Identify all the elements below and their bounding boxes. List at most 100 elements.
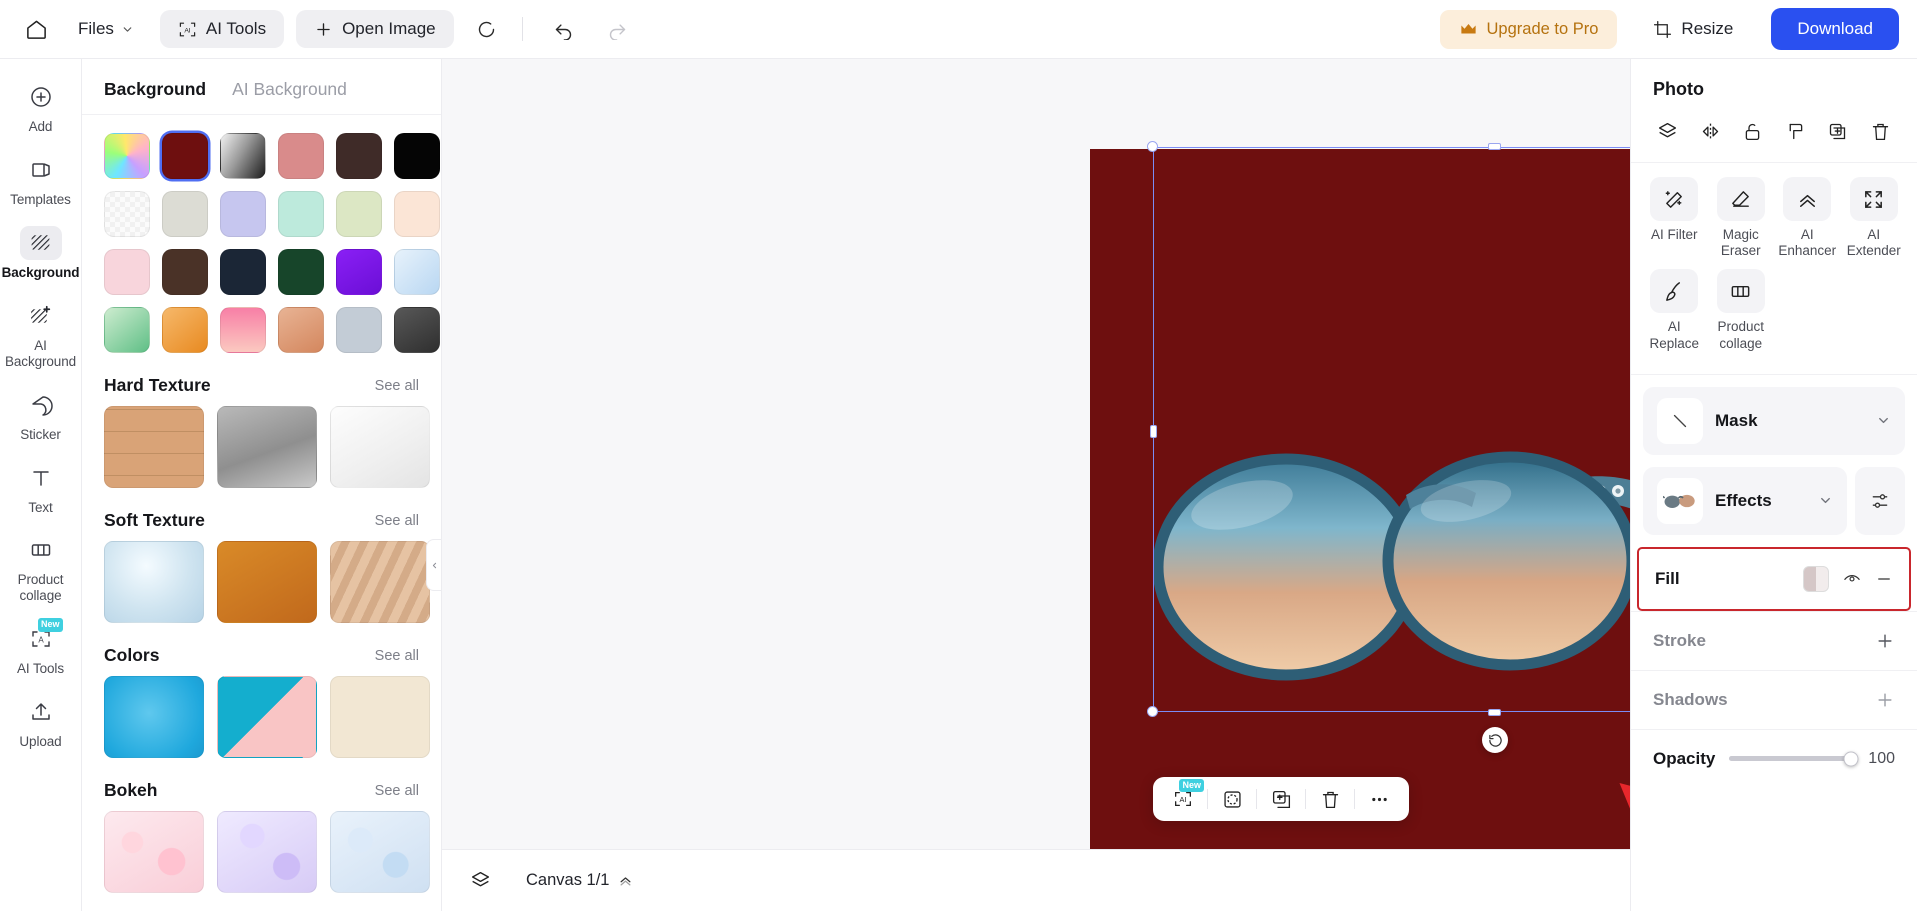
swatch-charcoal[interactable] — [394, 307, 440, 353]
resize-handle-bottom-center[interactable] — [1488, 709, 1501, 716]
mask-card[interactable]: Mask — [1643, 386, 1905, 455]
shadows-row[interactable]: Shadows — [1631, 669, 1917, 729]
thumb-cream-plain[interactable] — [330, 676, 430, 758]
see-all-link[interactable]: See all — [375, 783, 419, 799]
opacity-slider[interactable] — [1729, 751, 1859, 767]
swatch-white-pattern[interactable] — [104, 191, 150, 237]
resize-handle-top-center[interactable] — [1488, 143, 1501, 150]
thumb-white-marble[interactable] — [330, 406, 430, 488]
sidebar-item-product-collage[interactable]: Product collage — [5, 524, 77, 611]
ai-tools-button[interactable]: AI AI Tools — [159, 10, 285, 48]
tab-ai-background[interactable]: AI Background — [232, 79, 347, 100]
thumb-pink-bokeh[interactable] — [104, 811, 204, 893]
redo-button[interactable] — [597, 8, 639, 50]
sunglasses-image[interactable] — [1154, 439, 1630, 714]
thumb-concrete-grey[interactable] — [217, 406, 317, 488]
swatch-orange-gradient[interactable] — [162, 307, 208, 353]
swatch-light-grey[interactable] — [162, 191, 208, 237]
ai-filter-tool[interactable]: AI Filter — [1643, 177, 1706, 265]
ai-enhancer-tool[interactable]: AI Enhancer — [1776, 177, 1839, 265]
delete-button[interactable] — [1864, 116, 1897, 146]
panel-collapse-handle[interactable] — [426, 539, 441, 591]
sidebar-item-upload[interactable]: Upload — [5, 686, 77, 757]
swatch-silver[interactable] — [336, 307, 382, 353]
swatch-pink-gradient[interactable] — [220, 307, 266, 353]
plus-icon[interactable] — [1875, 631, 1895, 651]
duplicate-button[interactable] — [1821, 116, 1854, 146]
swatch-periwinkle[interactable] — [220, 191, 266, 237]
flip-button[interactable] — [1694, 116, 1727, 146]
open-image-button[interactable]: Open Image — [296, 10, 454, 48]
resize-handle-top-left[interactable] — [1147, 141, 1158, 152]
upgrade-to-pro-button[interactable]: Upgrade to Pro — [1439, 9, 1618, 49]
thumb-purple-bokeh[interactable] — [217, 811, 317, 893]
opacity-slider-knob[interactable] — [1843, 751, 1859, 767]
sidebar-item-background[interactable]: Background — [2, 217, 79, 288]
lock-button[interactable] — [1736, 116, 1769, 146]
sidebar-item-sticker[interactable]: Sticker — [5, 379, 77, 450]
tab-background[interactable]: Background — [104, 79, 206, 100]
thumb-teal-pink-split[interactable] — [217, 676, 317, 758]
layers-button[interactable] — [460, 862, 500, 900]
sidebar-item-add[interactable]: Add — [5, 71, 77, 142]
swatch-dark-brown[interactable] — [336, 133, 382, 179]
swatch-green-gradient[interactable] — [104, 307, 150, 353]
download-button[interactable]: Download — [1771, 8, 1899, 50]
swatch-coffee-brown[interactable] — [162, 249, 208, 295]
swatch-mint[interactable] — [278, 191, 324, 237]
fill-row[interactable]: Fill — [1637, 546, 1911, 611]
thumb-water-splash[interactable] — [104, 541, 204, 623]
resize-handle-bottom-left[interactable] — [1147, 706, 1158, 717]
crop-button[interactable] — [1779, 116, 1812, 146]
resize-button[interactable]: Resize — [1637, 9, 1749, 49]
layers-button[interactable] — [1651, 116, 1684, 146]
swatch-violet[interactable] — [336, 249, 382, 295]
thumb-blue-bokeh[interactable] — [330, 811, 430, 893]
swatch-sky-blue[interactable] — [394, 249, 440, 295]
swatch-dusty-rose[interactable] — [278, 133, 324, 179]
swatch-rainbow-gradient[interactable] — [104, 133, 150, 179]
sidebar-item-text[interactable]: Text — [5, 452, 77, 523]
product-collage-tool[interactable]: Product collage — [1710, 269, 1773, 357]
undo-button[interactable] — [543, 8, 585, 50]
thumb-orange-leather[interactable] — [217, 541, 317, 623]
swatch-light-pink[interactable] — [104, 249, 150, 295]
more-options-button[interactable] — [1355, 780, 1403, 818]
sidebar-item-templates[interactable]: Templates — [5, 144, 77, 215]
thumb-beige-silk[interactable] — [330, 541, 430, 623]
swatch-dark-red[interactable] — [162, 133, 208, 179]
files-menu-button[interactable]: Files — [64, 11, 148, 47]
home-button[interactable] — [14, 9, 58, 49]
swatch-grey-gradient[interactable] — [220, 133, 266, 179]
effects-settings-button[interactable] — [1855, 466, 1905, 535]
swatch-peach[interactable] — [278, 307, 324, 353]
duplicate-button[interactable] — [1257, 780, 1305, 818]
see-all-link[interactable]: See all — [375, 513, 419, 529]
resize-handle-middle-left[interactable] — [1150, 425, 1157, 438]
eye-icon[interactable] — [1843, 570, 1861, 588]
ai-cutout-button[interactable]: AI New — [1159, 779, 1207, 818]
swatch-navy[interactable] — [220, 249, 266, 295]
stroke-row[interactable]: Stroke — [1631, 610, 1917, 670]
swatch-pale-green[interactable] — [336, 191, 382, 237]
see-all-link[interactable]: See all — [375, 648, 419, 664]
ai-replace-tool[interactable]: AI Replace — [1643, 269, 1706, 357]
panel-scroll-area[interactable]: Hard Texture See all Soft Texture See al… — [82, 115, 441, 911]
refresh-button[interactable] — [466, 8, 508, 50]
crop-shape-button[interactable] — [1208, 780, 1256, 818]
see-all-link[interactable]: See all — [375, 378, 419, 394]
thumb-wood-planks[interactable] — [104, 406, 204, 488]
swatch-forest-green[interactable] — [278, 249, 324, 295]
effects-card[interactable]: Effects — [1643, 466, 1847, 535]
ai-extender-tool[interactable]: AI Extender — [1843, 177, 1906, 265]
canvas-page-selector[interactable]: Canvas 1/1 — [510, 862, 649, 899]
delete-button[interactable] — [1306, 780, 1354, 818]
swatch-black[interactable] — [394, 133, 440, 179]
magic-eraser-tool[interactable]: Magic Eraser — [1710, 177, 1773, 265]
minus-icon[interactable] — [1875, 570, 1893, 588]
plus-icon[interactable] — [1875, 690, 1895, 710]
rotate-handle[interactable] — [1482, 727, 1508, 753]
canvas-workspace[interactable]: AI New Canvas 1/1 — [442, 59, 1630, 911]
swatch-cream[interactable] — [394, 191, 440, 237]
sidebar-item-ai-background[interactable]: AI Background — [5, 290, 77, 377]
